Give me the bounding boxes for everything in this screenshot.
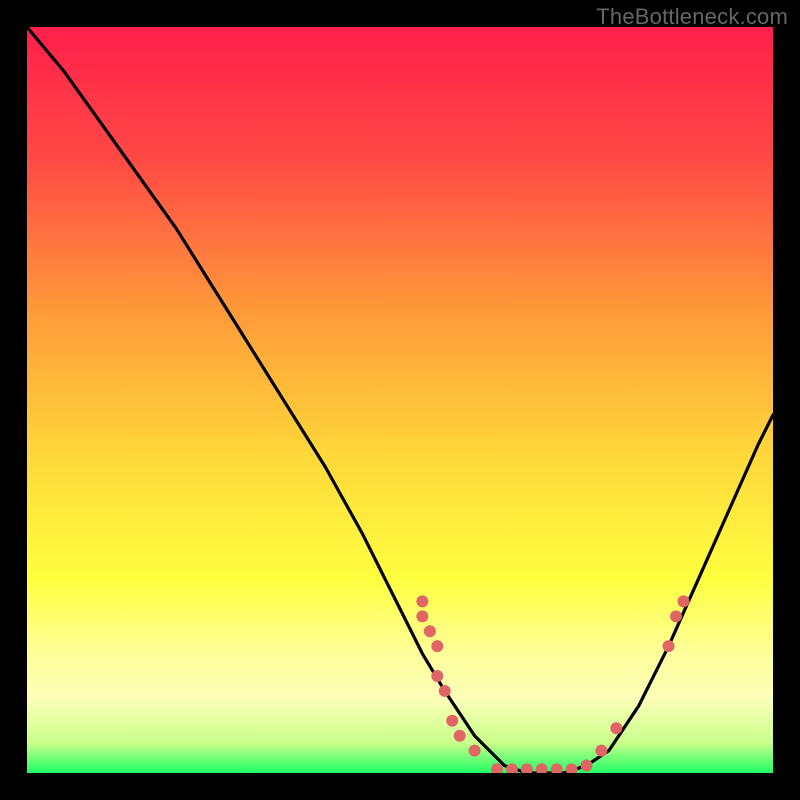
curve-marker	[416, 595, 428, 607]
chart-frame: TheBottleneck.com	[0, 0, 800, 800]
chart-svg	[27, 27, 773, 773]
curve-marker	[454, 730, 466, 742]
curve-marker	[677, 595, 689, 607]
curve-marker	[439, 685, 451, 697]
curve-marker	[469, 745, 481, 757]
curve-marker	[595, 745, 607, 757]
curve-marker	[431, 670, 443, 682]
curve-marker	[446, 715, 458, 727]
curve-marker	[431, 640, 443, 652]
curve-marker	[416, 610, 428, 622]
plot-area	[27, 27, 773, 773]
curve-marker	[581, 760, 593, 772]
curve-marker	[610, 722, 622, 734]
curve-marker	[670, 610, 682, 622]
curve-marker	[424, 625, 436, 637]
curve-marker	[663, 640, 675, 652]
